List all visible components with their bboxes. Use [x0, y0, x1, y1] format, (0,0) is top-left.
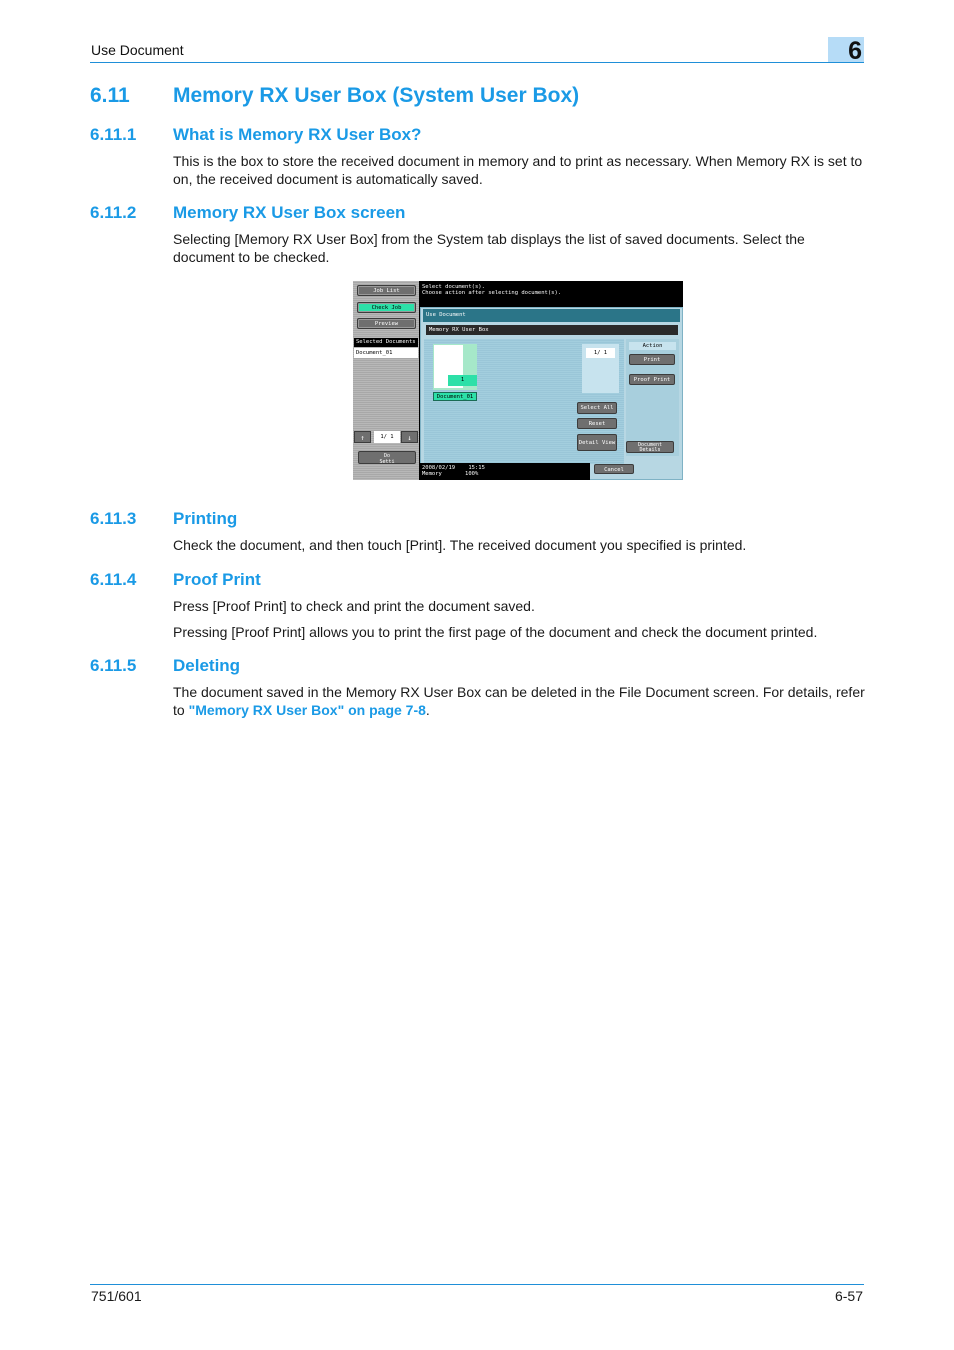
main-heading-title: Memory RX User Box (System User Box) [173, 84, 580, 107]
check-job-button[interactable]: Check Job [357, 302, 416, 313]
screen-main-panel: Use Document Memory RX User Box 1 Docume… [420, 307, 683, 480]
running-header: Use Document [91, 42, 184, 58]
section-number: 6.11.2 [90, 203, 137, 222]
main-heading: 6.11 Memory RX User Box (System User Box) [90, 84, 579, 108]
section-paragraph: Press [Proof Print] to check and print t… [173, 598, 535, 614]
screen-left-panel: Job List Check Job Preview Selected Docu… [353, 281, 419, 480]
section-number: 6.11.3 [90, 509, 137, 528]
preview-button[interactable]: Preview [357, 318, 416, 329]
arrow-up-icon[interactable]: ↑ [354, 431, 371, 443]
selected-documents-header: Selected Documents [354, 338, 418, 347]
cross-reference-link[interactable]: "Memory RX User Box" on page 7-8 [189, 702, 426, 718]
status-bar: 2008/02/19 15:15 Memory 100% [420, 463, 590, 480]
section-heading: 6.11.3 Printing [90, 509, 237, 529]
action-panel: Action Print Proof Print [626, 339, 679, 456]
section-heading: 6.11.4 Proof Print [90, 570, 261, 590]
document-name-button[interactable]: Document_01 [433, 392, 477, 401]
selected-document-item[interactable]: Document_01 [354, 348, 418, 358]
section-title: Printing [173, 509, 238, 528]
cancel-button[interactable]: Cancel [594, 464, 634, 474]
section-heading: 6.11.2 Memory RX User Box screen [90, 203, 405, 223]
header-divider [90, 62, 864, 63]
page-indicator: 1/ 1 [586, 348, 615, 358]
section-paragraph: Pressing [Proof Print] allows you to pri… [173, 624, 818, 640]
section-paragraph: The document saved in the Memory RX User… [173, 683, 868, 719]
section-number: 6.11.1 [90, 125, 137, 144]
selected-pager: ↑ 1/ 1 ↓ [354, 431, 418, 443]
selected-page-value: 1/ 1 [374, 431, 400, 443]
do-settings-button[interactable]: Do Setti [358, 451, 416, 465]
paragraph-trailing: . [425, 702, 430, 718]
document-details-button[interactable]: Document Details [626, 441, 674, 453]
panel-screenshot: Job List Check Job Preview Selected Docu… [353, 281, 683, 480]
section-title: Deleting [173, 656, 241, 675]
document-list-area: 1 Document_01 1/ 1 Select All Reset Deta… [424, 339, 624, 464]
section-paragraph: Check the document, and then touch [Prin… [173, 537, 747, 553]
section-title: Proof Print [173, 570, 261, 589]
section-number: 6.11.5 [90, 656, 137, 675]
screen-title: Use Document [423, 309, 680, 322]
section-title: What is Memory RX User Box? [173, 125, 422, 144]
reset-button[interactable]: Reset [577, 418, 617, 429]
document-thumbnail[interactable]: 1 [433, 344, 477, 390]
main-heading-number: 6.11 [90, 84, 130, 107]
job-list-button[interactable]: Job List [357, 285, 416, 296]
section-paragraph: Selecting [Memory RX User Box] from the … [173, 231, 805, 265]
document-page-count: 1 [448, 375, 477, 386]
select-all-button[interactable]: Select All [577, 402, 617, 414]
print-button[interactable]: Print [629, 354, 675, 365]
footer-page-number: 6-57 [834, 1288, 863, 1304]
screen-message: Select document(s). Choose action after … [422, 284, 562, 296]
chapter-number: 6 [848, 37, 862, 65]
chapter-tab: 6 [828, 37, 864, 65]
footer-model: 751/601 [91, 1288, 142, 1304]
action-header: Action [629, 342, 676, 350]
detail-view-button[interactable]: Detail View [577, 434, 617, 451]
arrow-down-icon[interactable]: ↓ [401, 431, 418, 443]
footer-divider [90, 1284, 864, 1285]
section-paragraph: This is the box to store the received do… [173, 153, 863, 187]
section-title: Memory RX User Box screen [173, 203, 406, 222]
section-heading: 6.11.5 Deleting [90, 656, 240, 676]
proof-print-button[interactable]: Proof Print [629, 374, 675, 385]
page-indicator-box: 1/ 1 [582, 344, 619, 393]
section-number: 6.11.4 [90, 570, 137, 589]
section-heading: 6.11.1 What is Memory RX User Box? [90, 125, 421, 145]
screen-subtitle: Memory RX User Box [426, 325, 678, 335]
